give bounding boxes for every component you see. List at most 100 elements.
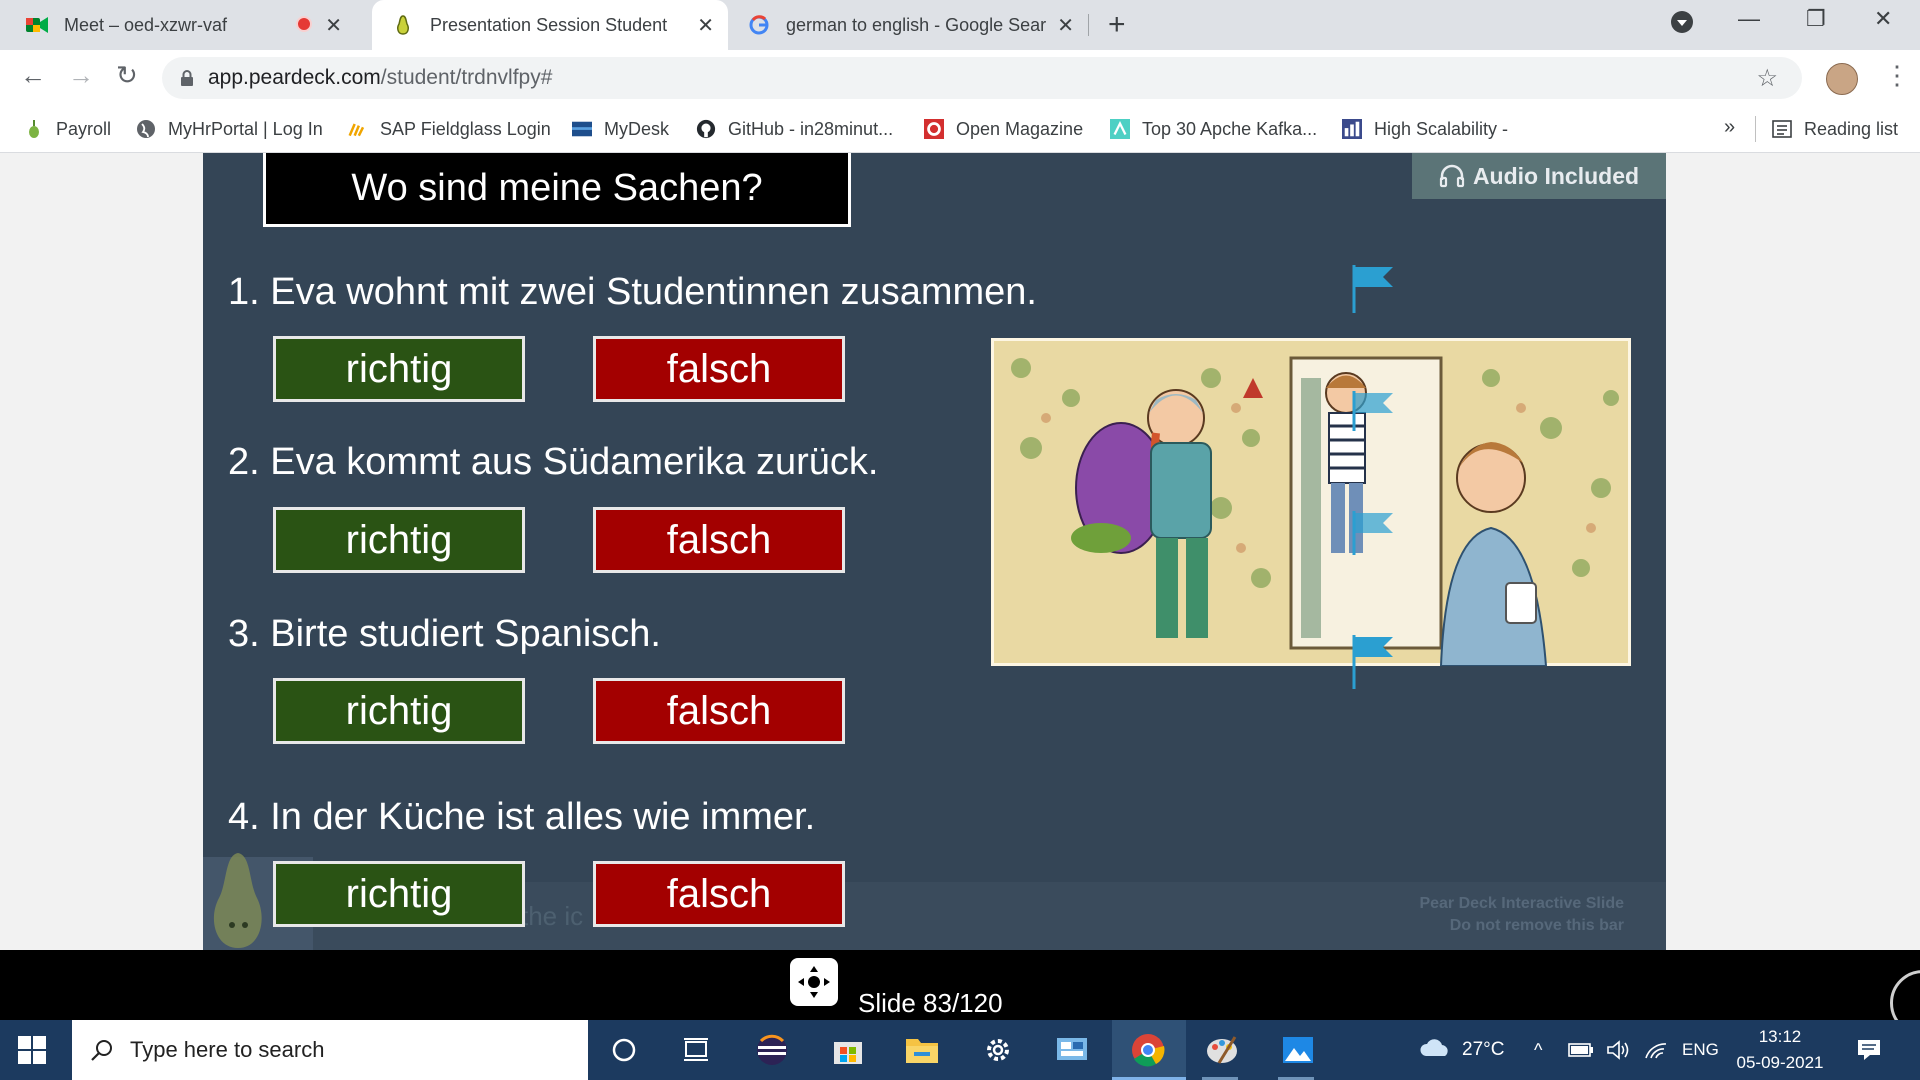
answer-falsch-2[interactable]: falsch xyxy=(593,507,845,573)
eclipse-icon[interactable] xyxy=(754,1032,790,1068)
input-language[interactable]: ENG xyxy=(1682,1020,1719,1080)
lock-icon xyxy=(181,70,193,86)
flag-icon xyxy=(1352,265,1393,313)
answer-falsch-3[interactable]: falsch xyxy=(593,678,845,744)
cloud-rain-icon xyxy=(1420,1039,1448,1056)
new-tab-button[interactable]: + xyxy=(1108,8,1126,42)
reading-list-button[interactable]: Reading list xyxy=(1772,106,1898,152)
open-magazine-icon xyxy=(924,119,944,139)
move-navigation-icon[interactable] xyxy=(790,958,838,1006)
bookmark-github[interactable]: GitHub - in28minut... xyxy=(696,106,893,152)
address-url: app.peardeck.com/student/trdnvlfpy# xyxy=(208,66,552,90)
globe-icon xyxy=(136,119,156,139)
url-path: /student/trdnvlfpy# xyxy=(380,66,553,89)
bookmark-mydesk[interactable]: MyDesk xyxy=(572,106,669,152)
show-hidden-icons[interactable]: ^ xyxy=(1534,1020,1542,1080)
fieldglass-icon xyxy=(348,119,368,139)
tab-meet[interactable]: Meet – oed-xzwr-vaf ✕ xyxy=(26,0,356,50)
back-icon[interactable]: ← xyxy=(20,60,46,91)
window-close-icon[interactable]: ✕ xyxy=(1874,6,1892,32)
high-scalability-icon xyxy=(1342,119,1362,139)
faded-instruction-text: the ic xyxy=(521,901,584,931)
clock-time: 13:12 xyxy=(1758,1027,1802,1046)
bookmark-star-icon[interactable]: ☆ xyxy=(1756,64,1778,93)
answer-richtig-1[interactable]: richtig xyxy=(273,336,525,402)
paint-3d-icon[interactable] xyxy=(1204,1032,1240,1068)
tab-google-search[interactable]: german to english - Google Sear ✕ xyxy=(748,0,1088,50)
tab-title: Presentation Session Student xyxy=(430,14,668,35)
bookmark-open-magazine[interactable]: Open Magazine xyxy=(924,106,1083,152)
bookmark-payroll[interactable]: Payroll xyxy=(24,106,111,152)
wifi-icon[interactable] xyxy=(1644,1020,1668,1080)
bookmarks-bar: Payroll MyHrPortal | Log In SAP Fieldgla… xyxy=(0,106,1920,153)
tab-search-icon[interactable] xyxy=(1670,10,1694,40)
question-4: 4. In der Küche ist alles wie immer. xyxy=(228,796,816,838)
restore-icon[interactable]: ❐ xyxy=(1806,6,1826,32)
bookmark-sap-fieldglass[interactable]: SAP Fieldglass Login xyxy=(348,106,551,152)
bookmark-kafka[interactable]: Top 30 Apche Kafka... xyxy=(1110,106,1317,152)
control-panel-icon[interactable] xyxy=(1054,1032,1090,1068)
bookmark-label: MyDesk xyxy=(604,118,670,139)
peardeck-bar-text: Pear Deck Interactive Slide Do not remov… xyxy=(1419,893,1624,937)
reading-list-icon xyxy=(1772,119,1792,139)
notifications-icon[interactable] xyxy=(1856,1020,1882,1080)
tab-separator xyxy=(1088,14,1089,36)
close-icon[interactable]: ✕ xyxy=(1057,13,1074,38)
question-2: 2. Eva kommt aus Südamerika zurück. xyxy=(228,441,879,483)
audio-included-badge: Audio Included xyxy=(1412,153,1666,199)
slide-counter: Slide 83/120 xyxy=(858,988,1003,1018)
minimize-icon[interactable]: — xyxy=(1738,6,1760,32)
answer-richtig-3[interactable]: richtig xyxy=(273,678,525,744)
forward-icon[interactable]: → xyxy=(68,60,94,91)
question-1: 1. Eva wohnt mit zwei Studentinnen zusam… xyxy=(228,271,1037,313)
task-view-icon[interactable] xyxy=(678,1032,714,1068)
payroll-icon xyxy=(24,119,44,139)
photos-icon[interactable] xyxy=(1280,1032,1316,1068)
chrome-menu-icon[interactable]: ⋮ xyxy=(1884,60,1910,91)
address-bar[interactable]: app.peardeck.com/student/trdnvlfpy# ☆ xyxy=(162,57,1802,99)
bookmark-label: MyHrPortal | Log In xyxy=(168,118,323,139)
reload-icon[interactable]: ↻ xyxy=(116,60,138,91)
answer-falsch-1[interactable]: falsch xyxy=(593,336,845,402)
taskbar-clock[interactable]: 13:12 05-09-2021 xyxy=(1728,1024,1832,1076)
battery-icon[interactable] xyxy=(1568,1020,1594,1080)
bookmark-myhrportal[interactable]: MyHrPortal | Log In xyxy=(136,106,323,152)
volume-icon[interactable] xyxy=(1606,1020,1632,1080)
answer-richtig-2[interactable]: richtig xyxy=(273,507,525,573)
slide: Wo sind meine Sachen? Audio Included 1. … xyxy=(203,153,1666,950)
microsoft-store-icon[interactable] xyxy=(830,1032,866,1068)
answer-falsch-4[interactable]: falsch xyxy=(593,861,845,927)
github-icon xyxy=(696,119,716,139)
cortana-icon[interactable] xyxy=(606,1032,642,1068)
chrome-icon[interactable] xyxy=(1130,1032,1166,1068)
question-3: 3. Birte studiert Spanisch. xyxy=(228,613,661,655)
windows-start-icon[interactable] xyxy=(18,1036,46,1069)
bookmark-label: SAP Fieldglass Login xyxy=(380,118,551,139)
browser-toolbar: ← → ↻ app.peardeck.com/student/trdnvlfpy… xyxy=(0,50,1920,106)
bookmarks-overflow-button[interactable]: » xyxy=(1724,116,1735,139)
windows-taskbar: Type here to search 27°C ^ ENG 13:12 05-… xyxy=(0,1020,1920,1080)
url-domain: app.peardeck.com xyxy=(208,66,381,89)
bookmark-label: High Scalability - xyxy=(1374,118,1509,139)
recording-icon xyxy=(296,16,312,32)
audio-badge-label: Audio Included xyxy=(1472,162,1640,189)
tab-strip: Meet – oed-xzwr-vaf ✕ Presentation Sessi… xyxy=(0,0,1920,50)
taskbar-search-input[interactable]: Type here to search xyxy=(72,1020,588,1080)
settings-icon[interactable] xyxy=(980,1032,1016,1068)
close-icon[interactable]: ✕ xyxy=(325,13,342,38)
bookmark-high-scalability[interactable]: High Scalability - xyxy=(1342,106,1508,152)
students-illustration xyxy=(991,338,1631,667)
close-icon[interactable]: ✕ xyxy=(697,13,714,38)
weather-widget[interactable]: 27°C xyxy=(1418,1020,1504,1080)
file-explorer-icon[interactable] xyxy=(904,1032,940,1068)
bookmarks-divider xyxy=(1755,116,1756,142)
profile-avatar[interactable] xyxy=(1826,63,1858,95)
bookmark-label: Payroll xyxy=(56,118,112,139)
flag-icon xyxy=(1352,511,1393,555)
google-meet-icon xyxy=(26,14,48,36)
answer-richtig-4[interactable]: richtig xyxy=(273,861,525,927)
bookmark-label: Open Magazine xyxy=(956,118,1084,139)
tab-presentation[interactable]: Presentation Session Student ✕ xyxy=(372,0,728,50)
google-icon xyxy=(748,14,770,36)
slide-title: Wo sind meine Sachen? xyxy=(263,153,851,227)
